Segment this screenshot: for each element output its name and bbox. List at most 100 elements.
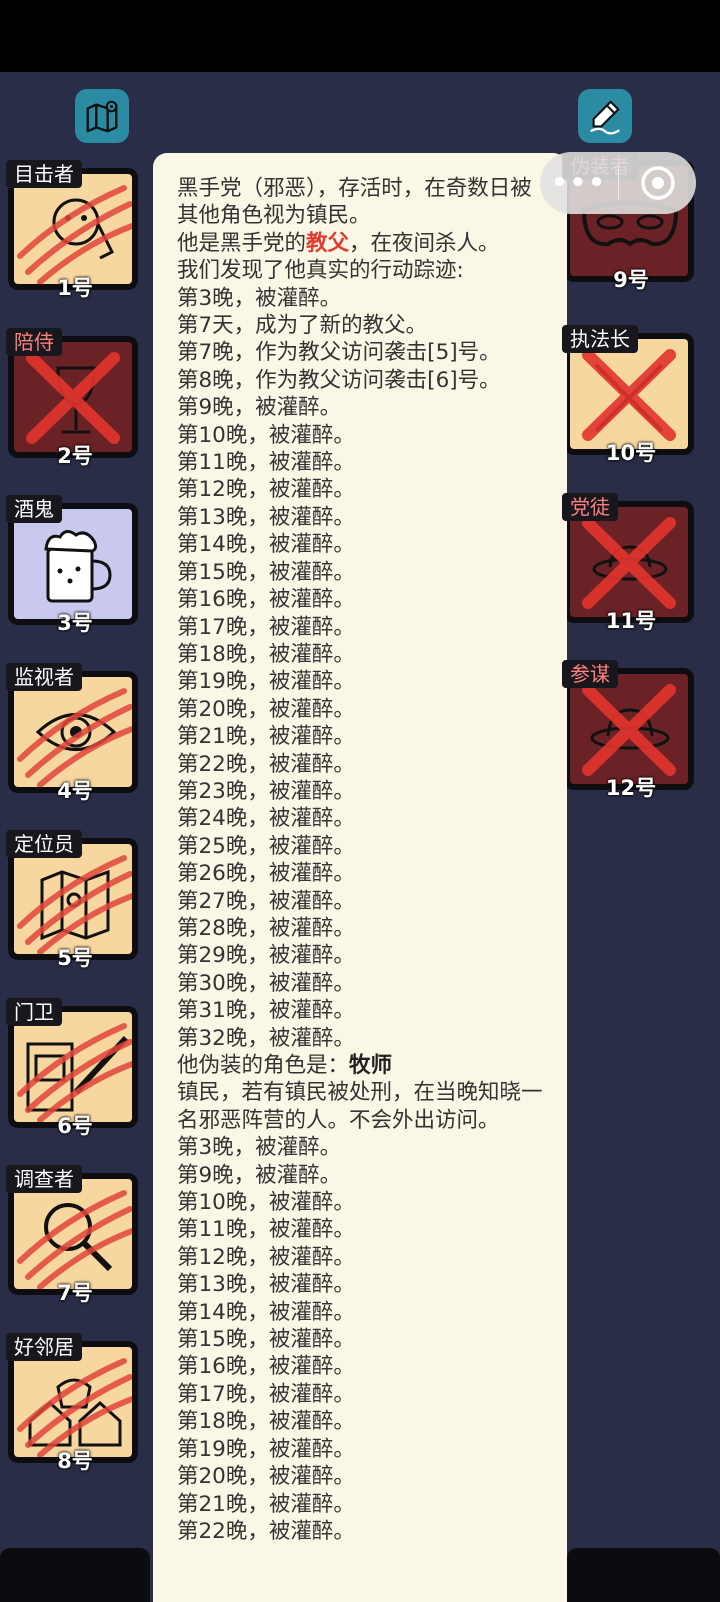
track-line: 第17晚，被灌醉。 [177, 614, 355, 640]
card-number: 7号 [57, 1281, 93, 1305]
track-line: 第23晚，被灌醉。 [177, 778, 355, 804]
disguise-track-line: 第10晚，被灌醉。 [177, 1190, 355, 1216]
track-line: 第19晚，被灌醉。 [177, 669, 355, 695]
player-card-2号[interactable]: 陪侍 2号 [0, 327, 138, 468]
card-role-label: 参谋 [562, 660, 618, 688]
disguise-line: 他伪装的角色是：牧师 [177, 1053, 393, 1078]
track-line: 第26晚，被灌醉。 [177, 861, 355, 887]
claw-scratch-icon [17, 1022, 132, 1122]
mini-program-capsule: ••• [540, 152, 696, 214]
card-number: 5号 [57, 946, 93, 970]
player-card-4号[interactable]: 监视者 4号 [0, 662, 138, 803]
card-number: 3号 [57, 611, 93, 635]
card-role-label: 监视者 [6, 662, 82, 691]
claw-scratch-icon [17, 855, 132, 954]
card-number: 11号 [605, 608, 657, 633]
claw-scratch-icon [17, 1190, 132, 1289]
card-role-label: 酒鬼 [6, 495, 62, 523]
card-role-label: 好邻居 [6, 1332, 82, 1361]
bottom-left-panel [0, 1548, 150, 1602]
role-name: 教父 [306, 230, 350, 256]
map-button[interactable] [75, 89, 129, 143]
card-role-label: 执法长 [562, 325, 638, 353]
track-line: 第29晚，被灌醉。 [177, 943, 355, 969]
track-line: 第12晚，被灌醉。 [177, 477, 355, 503]
track-line: 第27晚，被灌醉。 [177, 888, 355, 914]
track-line: 第32晚，被灌醉。 [177, 1025, 355, 1051]
track-line: 第18晚，被灌醉。 [177, 641, 355, 667]
track-line: 第28晚，被灌醉。 [177, 915, 355, 941]
track-line: 第25晚，被灌醉。 [177, 833, 355, 859]
track-list: 第3晚，被灌醉。 第7天，成为了新的教父。 第7晚，作为教父访问袭击[5]号。 第8晚… [177, 285, 549, 1052]
disguise-desc: 镇民，若有镇民被处刑，在当晚知晓一名邪恶阵营的人。不会外出访问。 [177, 1080, 543, 1133]
red-cross-icon [582, 684, 676, 776]
card-number: 2号 [57, 443, 93, 468]
disguise-track-line: 第18晚，被灌醉。 [177, 1409, 355, 1435]
player-card-3号[interactable]: 酒鬼 3号 [0, 495, 138, 635]
track-line: 第11晚，被灌醉。 [177, 450, 355, 476]
player-card-7号[interactable]: 调查者 7号 [0, 1165, 138, 1305]
player-card-11号[interactable]: 党徒 11号 [556, 492, 694, 633]
found-line: 我们发现了他真实的行动踪迹: [177, 258, 464, 284]
notes-button[interactable] [578, 89, 632, 143]
disguise-track-line: 第14晚，被灌醉。 [177, 1299, 355, 1325]
track-line: 第15晚，被灌醉。 [177, 559, 355, 585]
disguise-track-line: 第11晚，被灌醉。 [177, 1217, 355, 1243]
card-number: 12号 [605, 776, 657, 800]
disguise-track-line: 第12晚，被灌醉。 [177, 1244, 355, 1270]
intro-line: 黑手党（邪恶），存活时，在奇数日被其他角色视为镇民。 [177, 176, 532, 229]
target-circle-icon [640, 166, 675, 200]
player-card-1号[interactable]: 目击者 1号 [0, 160, 138, 300]
track-line: 第10晚，被灌醉。 [177, 422, 355, 448]
disguise-track-line: 第17晚，被灌醉。 [177, 1381, 355, 1407]
role-detail-text: 黑手党（邪恶），存活时，在奇数日被其他角色视为镇民。 他是黑手党的教父，在夜间杀… [177, 175, 549, 1545]
track-line: 第31晚，被灌醉。 [177, 998, 355, 1024]
card-role-label: 党徒 [562, 492, 618, 521]
map-pin-icon [86, 100, 118, 133]
player-card-5号[interactable]: 定位员 5号 [0, 830, 138, 970]
player-card-12号[interactable]: 参谋 12号 [556, 660, 694, 800]
bottom-right-panel [567, 1548, 720, 1602]
track-line: 第22晚，被灌醉。 [177, 751, 355, 777]
track-line: 第13晚，被灌醉。 [177, 504, 355, 530]
close-button[interactable] [619, 165, 696, 201]
card-role-label: 定位员 [6, 830, 82, 858]
role-detail-popup[interactable]: 黑手党（邪恶），存活时，在奇数日被其他角色视为镇民。 他是黑手党的教父，在夜间杀… [153, 153, 567, 1602]
disguise-track-line: 第13晚，被灌醉。 [177, 1272, 355, 1298]
card-number: 8号 [57, 1448, 93, 1473]
claw-scratch-icon [17, 185, 132, 284]
track-line: 第16晚，被灌醉。 [177, 587, 355, 613]
card-role-label: 目击者 [6, 160, 82, 188]
disguise-track-line: 第21晚，被灌醉。 [177, 1491, 355, 1517]
track-line: 第24晚，被灌醉。 [177, 806, 355, 832]
player-card-8号[interactable]: 好邻居 8号 [0, 1332, 138, 1473]
card-number: 1号 [57, 276, 93, 300]
more-button[interactable]: ••• [540, 168, 618, 198]
disguise-track-line: 第19晚，被灌醉。 [177, 1436, 355, 1462]
beer-mug-icon [44, 530, 112, 603]
player-card-10号[interactable]: 执法长 10号 [556, 325, 694, 465]
player-card-6号[interactable]: 门卫 6号 [0, 997, 138, 1138]
disguise-track-line: 第20晚，被灌醉。 [177, 1464, 355, 1490]
card-number: 6号 [57, 1113, 93, 1138]
disguise-track-list: 第3晚，被灌醉。 第9晚，被灌醉。 第10晚，被灌醉。 第11晚，被灌醉。 第12晚，被… [177, 1134, 549, 1545]
disguise-track-line: 第9晚，被灌醉。 [177, 1162, 342, 1188]
card-number: 10号 [605, 441, 657, 465]
disguise-track-line: 第16晚，被灌醉。 [177, 1354, 355, 1380]
track-line: 第8晚，作为教父访问袭击[6]号。 [177, 367, 501, 393]
pen-note-icon [590, 100, 620, 135]
disguise-name: 牧师 [349, 1053, 393, 1078]
role-line: 他是黑手党的教父，在夜间杀人。 [177, 230, 500, 256]
card-role-label: 调查者 [6, 1165, 82, 1193]
red-cross-icon [582, 516, 676, 609]
track-line: 第21晚，被灌醉。 [177, 724, 355, 750]
card-role-label: 门卫 [6, 997, 62, 1026]
disguise-track-line: 第15晚，被灌醉。 [177, 1327, 355, 1353]
claw-scratch-icon [17, 1357, 132, 1457]
red-cross-icon [582, 349, 676, 441]
disguise-track-line: 第22晚，被灌醉。 [177, 1518, 355, 1544]
track-line: 第20晚，被灌醉。 [177, 696, 355, 722]
track-line: 第7天，成为了新的教父。 [177, 313, 428, 339]
red-cross-icon [26, 351, 120, 444]
claw-scratch-icon [17, 687, 132, 787]
